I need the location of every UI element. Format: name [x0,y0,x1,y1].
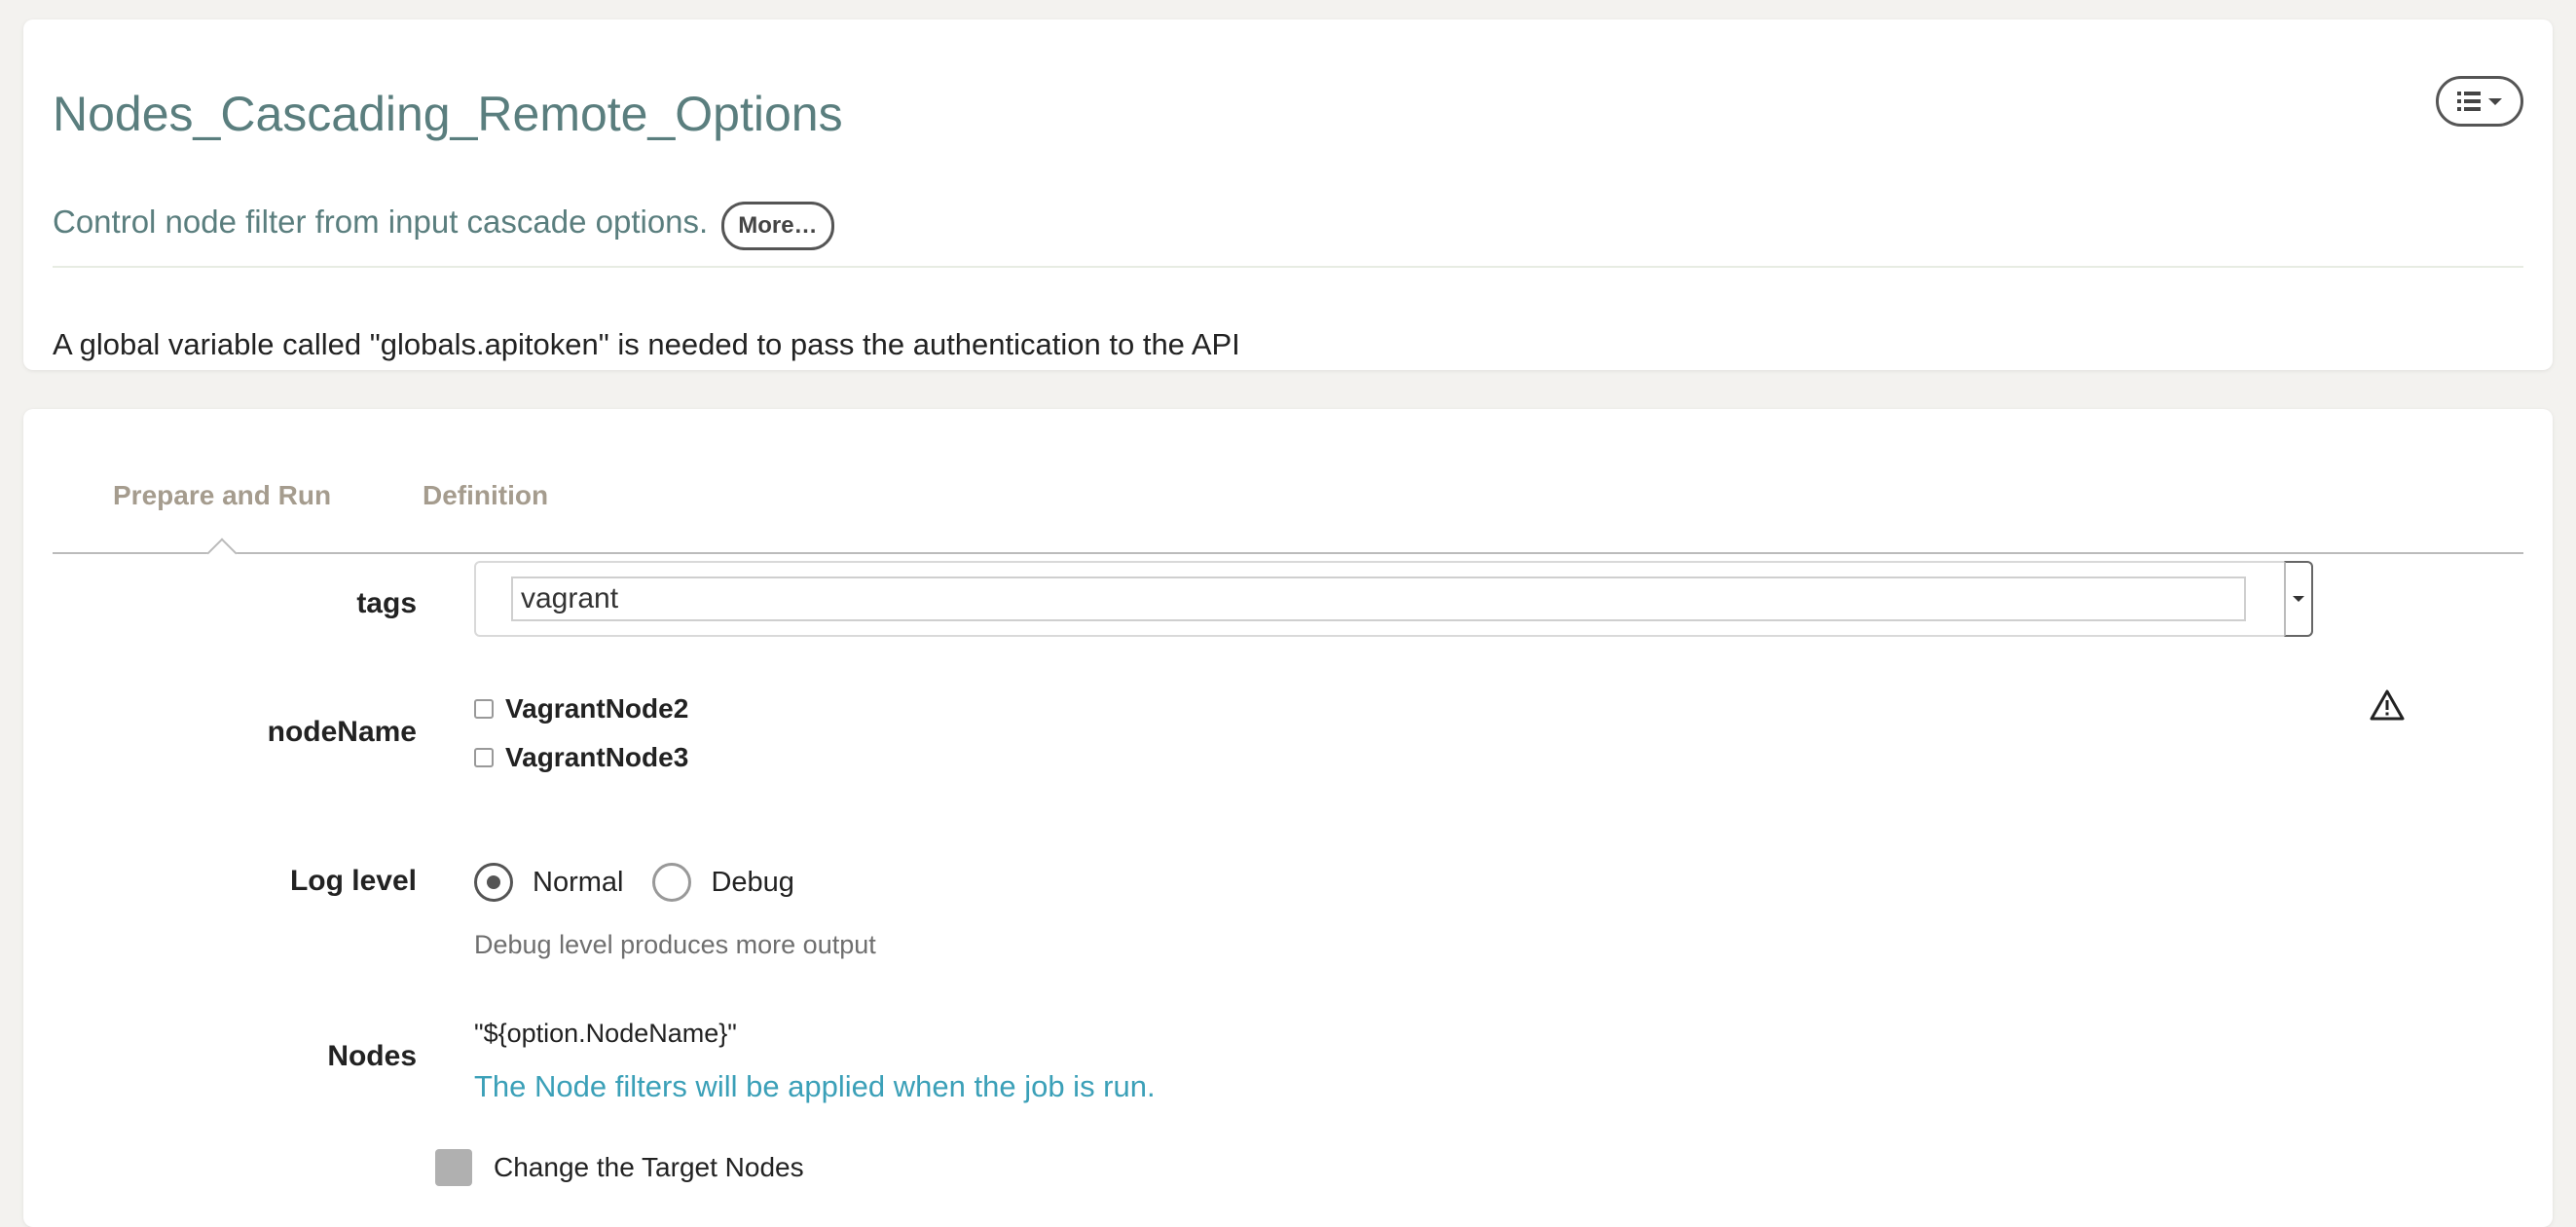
change-target-checkbox[interactable] [435,1149,472,1186]
tab-prepare-and-run[interactable]: Prepare and Run [113,480,331,511]
checkbox-label: VagrantNode2 [505,693,689,724]
job-header-card: Nodes_Cascading_Remote_Options Control n… [23,19,2553,370]
tags-input[interactable] [511,576,2246,621]
node-filter-value: "${option.NodeName}" [474,1019,737,1048]
list-icon [2457,92,2481,111]
nodename-label: nodeName [267,716,417,748]
nodes-label: Nodes [327,1040,417,1072]
job-description: Control node filter from input cascade o… [53,198,834,250]
extended-description: A global variable called "globals.apitok… [53,327,1240,361]
tags-select [474,561,2313,637]
tags-dropdown-button[interactable] [2284,561,2313,637]
active-tab-indicator [206,538,238,569]
change-target-nodes[interactable]: Change the Target Nodes [435,1149,804,1186]
tags-label: tags [356,587,417,619]
job-description-text: Control node filter from input cascade o… [53,204,709,240]
more-button[interactable]: More… [721,202,834,250]
tab-definition[interactable]: Definition [423,480,548,511]
radio-debug[interactable] [652,863,692,902]
warning-icon [2370,689,2405,721]
log-level-label: Log level [289,865,417,897]
checkbox[interactable] [474,699,494,719]
log-level-radio-group: Normal Debug [474,863,824,902]
log-level-help: Debug level produces more output [474,930,876,959]
node-filter-note: The Node filters will be applied when th… [474,1069,1156,1103]
radio-normal[interactable] [474,863,513,902]
chevron-down-icon [2488,97,2502,105]
change-target-label: Change the Target Nodes [494,1152,804,1182]
nodename-option-vagrantnode2[interactable]: VagrantNode2 [474,693,688,725]
job-actions-button[interactable] [2436,76,2523,127]
checkbox-label: VagrantNode3 [505,742,689,772]
radio-debug-label[interactable]: Debug [711,867,793,899]
job-title: Nodes_Cascading_Remote_Options [53,87,843,141]
job-run-card: Prepare and Run Definition tags nodeName… [23,409,2553,1227]
nodename-option-vagrantnode3[interactable]: VagrantNode3 [474,742,688,773]
tab-bar: Prepare and Run Definition [53,461,2523,569]
checkbox[interactable] [474,748,494,767]
chevron-down-icon [2293,596,2304,602]
divider [53,266,2523,268]
radio-normal-label[interactable]: Normal [533,867,623,899]
